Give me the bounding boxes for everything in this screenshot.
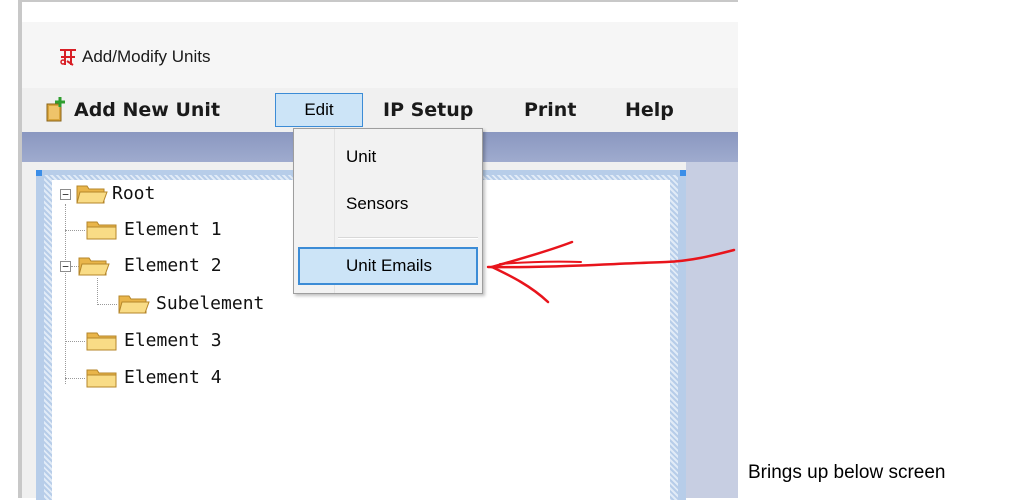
menu-add-new-unit[interactable]: Add New Unit [74, 96, 220, 124]
tree-connector [65, 341, 85, 342]
tree-node-root[interactable]: Root [112, 181, 155, 207]
title-bar: Add/Modify Units [22, 2, 738, 88]
red-arrow-annotation [486, 240, 736, 304]
menu-item-unit-emails[interactable]: Unit Emails [346, 254, 432, 278]
right-panel [686, 162, 738, 498]
folder-icon [86, 221, 117, 240]
folder-icon [86, 332, 117, 351]
collapse-icon[interactable]: − [60, 261, 71, 272]
folder-open-icon [118, 295, 150, 314]
folder-open-icon [78, 257, 110, 276]
tree-connector [97, 278, 98, 305]
resize-handle[interactable] [36, 170, 42, 176]
tree-connector [65, 230, 85, 231]
menu-ip-setup[interactable]: IP Setup [383, 96, 473, 124]
tree-node-element-3[interactable]: Element 3 [124, 328, 222, 354]
menu-item-unit[interactable]: Unit [346, 145, 376, 169]
menu-edit[interactable]: Edit [275, 93, 363, 127]
window-title: Add/Modify Units [82, 47, 211, 66]
add-unit-icon [46, 97, 65, 122]
menu-print[interactable]: Print [524, 96, 576, 124]
app-logo-icon [60, 49, 76, 66]
folder-icon [86, 369, 117, 388]
tree-node-subelement[interactable]: Subelement [156, 291, 264, 317]
folder-open-icon [76, 185, 108, 204]
tree-node-element-4[interactable]: Element 4 [124, 365, 222, 391]
collapse-icon[interactable]: − [60, 189, 71, 200]
menu-separator [338, 237, 478, 239]
tree-connector [65, 204, 66, 384]
menu-help[interactable]: Help [625, 96, 674, 124]
caption-text: Brings up below screen [748, 462, 946, 483]
window-top-border [22, 2, 738, 22]
tree-node-element-1[interactable]: Element 1 [124, 217, 222, 243]
edit-dropdown-menu: Unit Sensors Unit Emails [293, 128, 483, 294]
menu-bar: Add New Unit Edit IP Setup Print Help [22, 88, 738, 132]
tree-connector [65, 378, 85, 379]
resize-handle[interactable] [680, 170, 686, 176]
tree-connector [97, 304, 117, 305]
menu-item-sensors[interactable]: Sensors [346, 192, 408, 216]
tree-node-element-2[interactable]: Element 2 [124, 253, 222, 279]
